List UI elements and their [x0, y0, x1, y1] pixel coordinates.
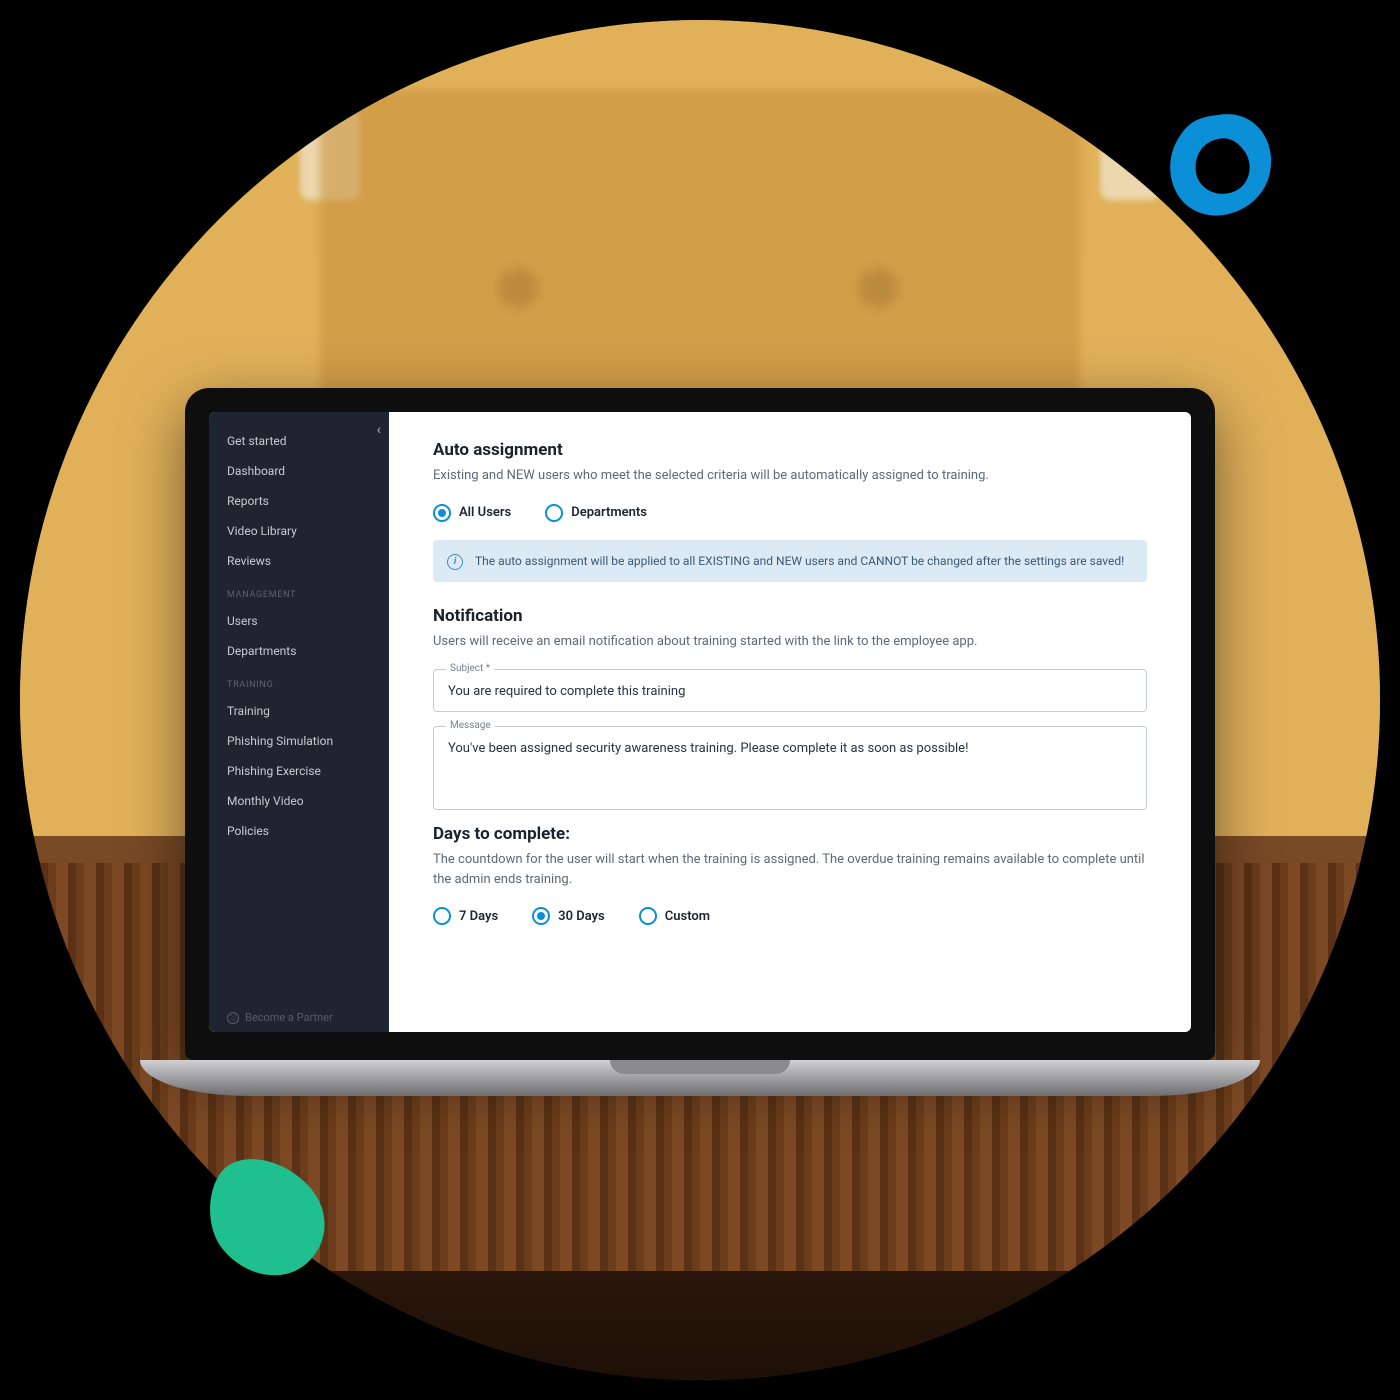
sidebar-item-monthly-video[interactable]: Monthly Video — [209, 786, 389, 816]
radio-label: Custom — [665, 909, 710, 924]
blob-blue-icon — [1155, 105, 1285, 225]
radio-label: All Users — [459, 505, 511, 520]
subject-field[interactable]: Subject * — [433, 669, 1147, 712]
radio-30-days[interactable]: 30 Days — [532, 907, 605, 925]
auto-assignment-desc: Existing and NEW users who meet the sele… — [433, 466, 1147, 486]
radio-departments[interactable]: Departments — [545, 504, 647, 522]
auto-assignment-title: Auto assignment — [433, 440, 1147, 460]
message-textarea[interactable] — [448, 741, 1132, 793]
subject-input[interactable] — [448, 684, 1132, 699]
radio-icon — [545, 504, 563, 522]
radio-icon — [433, 504, 451, 522]
sidebar-item-policies[interactable]: Policies — [209, 816, 389, 846]
main-content: Auto assignment Existing and NEW users w… — [389, 412, 1191, 1032]
sidebar-item-departments[interactable]: Departments — [209, 636, 389, 666]
radio-all-users[interactable]: All Users — [433, 504, 511, 522]
radio-icon — [433, 907, 451, 925]
sidebar-item-training[interactable]: Training — [209, 696, 389, 726]
sidebar-item-dashboard[interactable]: Dashboard — [209, 456, 389, 486]
days-title: Days to complete: — [433, 824, 1147, 844]
radio-label: Departments — [571, 505, 647, 520]
radio-icon — [639, 907, 657, 925]
sidebar-item-reports[interactable]: Reports — [209, 486, 389, 516]
radio-label: 7 Days — [459, 909, 498, 924]
laptop-mockup: ‹‹ Get started Dashboard Reports Video L… — [185, 388, 1215, 1096]
partner-icon: ⎋ — [227, 1012, 239, 1024]
sidebar-item-get-started[interactable]: Get started — [209, 426, 389, 456]
radio-custom[interactable]: Custom — [639, 907, 710, 925]
laptop-bezel: ‹‹ Get started Dashboard Reports Video L… — [185, 388, 1215, 1060]
message-label: Message — [446, 720, 495, 731]
info-text: The auto assignment will be applied to a… — [475, 554, 1124, 568]
sidebar-item-phishing-simulation[interactable]: Phishing Simulation — [209, 726, 389, 756]
section-notification: Notification Users will receive an email… — [433, 606, 1147, 811]
message-field[interactable]: Message — [433, 726, 1147, 810]
blob-green-icon — [190, 1145, 340, 1285]
sidebar-section-training: TRAINING — [209, 666, 389, 696]
info-callout: i The auto assignment will be applied to… — [433, 540, 1147, 582]
radio-label: 30 Days — [558, 909, 605, 924]
notification-title: Notification — [433, 606, 1147, 626]
sidebar-item-phishing-exercise[interactable]: Phishing Exercise — [209, 756, 389, 786]
shadow — [20, 1271, 1380, 1380]
info-icon: i — [447, 554, 463, 570]
days-desc: The countdown for the user will start wh… — [433, 850, 1147, 889]
become-partner-link[interactable]: ⎋ Become a Partner — [227, 1011, 333, 1024]
auto-assignment-radios: All Users Departments — [433, 504, 1147, 522]
laptop-base — [140, 1060, 1260, 1096]
section-days-to-complete: Days to complete: The countdown for the … — [433, 824, 1147, 925]
outlet-right — [1100, 110, 1160, 200]
subject-label: Subject * — [446, 663, 494, 674]
sidebar-item-reviews[interactable]: Reviews — [209, 546, 389, 576]
partner-label: Become a Partner — [245, 1011, 333, 1024]
radio-7-days[interactable]: 7 Days — [433, 907, 498, 925]
sidebar-item-video-library[interactable]: Video Library — [209, 516, 389, 546]
app-screen: ‹‹ Get started Dashboard Reports Video L… — [209, 412, 1191, 1032]
radio-icon — [532, 907, 550, 925]
sidebar: ‹‹ Get started Dashboard Reports Video L… — [209, 412, 389, 1032]
section-auto-assignment: Auto assignment Existing and NEW users w… — [433, 440, 1147, 582]
days-radios: 7 Days 30 Days Custom — [433, 907, 1147, 925]
sidebar-section-management: MANAGEMENT — [209, 576, 389, 606]
sidebar-item-users[interactable]: Users — [209, 606, 389, 636]
notification-desc: Users will receive an email notification… — [433, 632, 1147, 652]
